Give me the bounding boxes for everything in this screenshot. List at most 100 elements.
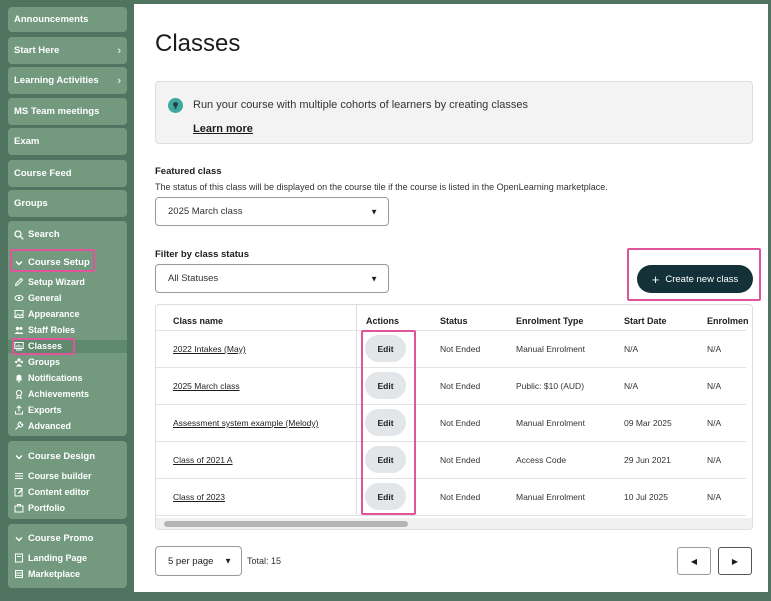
sidebar-item-exports[interactable]: Exports xyxy=(14,405,62,415)
sidebar-item-ms-team-meetings[interactable]: MS Team meetings xyxy=(8,98,127,125)
sidebar-item-announcements[interactable]: Announcements xyxy=(8,7,127,32)
start-date-cell: 29 Jun 2021 xyxy=(624,455,671,465)
sidebar-item-groups-setup[interactable]: Groups xyxy=(14,357,60,367)
sidebar-item-label: Appearance xyxy=(28,309,80,319)
info-text: Run your course with multiple cohorts of… xyxy=(193,99,529,111)
sidebar-item-content-editor[interactable]: Content editor xyxy=(14,487,90,497)
sidebar-item-label: Classes xyxy=(28,341,63,351)
chevron-down-icon xyxy=(14,258,24,268)
course-setup-label: Course Setup xyxy=(28,257,90,268)
sidebar-item-learning-activities[interactable]: Learning Activities › xyxy=(8,67,127,94)
course-promo-toggle[interactable]: Course Promo xyxy=(14,533,93,544)
edit-button[interactable]: Edit xyxy=(365,372,406,399)
sidebar-item-landing-page[interactable]: Landing Page xyxy=(14,553,87,563)
end-date-cell: N/A xyxy=(707,344,722,354)
end-date-cell: N/A xyxy=(707,492,722,502)
sidebar-item-general[interactable]: General xyxy=(14,293,62,303)
filter-status-label: Filter by class status xyxy=(155,249,249,260)
list-icon xyxy=(14,471,24,481)
sidebar-item-label: Learning Activities xyxy=(14,75,99,86)
class-name-link[interactable]: Assessment system example (Melody) xyxy=(173,418,319,428)
course-design-toggle[interactable]: Course Design xyxy=(14,451,95,462)
search-icon xyxy=(14,229,24,240)
learn-more-link[interactable]: Learn more xyxy=(193,123,253,135)
sidebar-item-label: Content editor xyxy=(28,487,90,497)
row-divider xyxy=(156,441,746,442)
end-date-cell: N/A xyxy=(707,455,722,465)
class-name-link[interactable]: 2022 Intakes (May) xyxy=(173,344,246,354)
sidebar-item-course-feed[interactable]: Course Feed xyxy=(8,160,127,187)
row-divider xyxy=(156,330,746,331)
course-design-label: Course Design xyxy=(28,451,96,462)
bell-icon xyxy=(14,373,24,383)
sidebar-item-portfolio[interactable]: Portfolio xyxy=(14,503,65,513)
caret-left-icon: ◀ xyxy=(690,556,698,566)
sidebar-item-course-builder[interactable]: Course builder xyxy=(14,471,92,481)
status-cell: Not Ended xyxy=(440,492,481,502)
plus-icon: + xyxy=(651,271,660,287)
sidebar-item-start-here[interactable]: Start Here › xyxy=(8,37,127,64)
edit-icon xyxy=(14,487,24,497)
sidebar-item-classes[interactable]: Classes xyxy=(14,341,62,351)
course-promo-label: Course Promo xyxy=(28,533,94,544)
sidebar-item-achievements[interactable]: Achievements xyxy=(14,389,89,399)
th-status: Status xyxy=(440,316,468,326)
page-title: Classes xyxy=(155,30,241,57)
per-page-select[interactable]: 5 per page ▼ xyxy=(155,546,242,576)
sidebar-item-label: Start Here xyxy=(14,45,60,56)
sidebar-item-label: Course builder xyxy=(28,471,92,481)
prev-page-button[interactable]: ◀ xyxy=(677,547,711,575)
portfolio-icon xyxy=(14,503,24,513)
groups-icon xyxy=(14,357,24,367)
th-enrolment-end: Enrolmen xyxy=(707,316,749,326)
start-date-cell: N/A xyxy=(624,381,639,391)
row-divider xyxy=(156,404,746,405)
edit-button[interactable]: Edit xyxy=(365,446,406,473)
class-name-link[interactable]: 2025 March class xyxy=(173,381,240,391)
sidebar-item-label: Marketplace xyxy=(28,569,81,579)
sidebar-item-advanced[interactable]: Advanced xyxy=(14,421,71,431)
info-banner: Run your course with multiple cohorts of… xyxy=(155,81,753,144)
horizontal-scrollbar-thumb[interactable] xyxy=(164,521,408,527)
featured-class-select[interactable]: 2025 March class ▼ xyxy=(155,197,389,226)
sidebar-item-staff-roles[interactable]: Staff Roles xyxy=(14,325,75,335)
sidebar-item-notifications[interactable]: Notifications xyxy=(14,373,83,383)
users-icon xyxy=(14,325,24,335)
enrolment-type-cell: Manual Enrolment xyxy=(516,418,585,428)
sidebar: Announcements Start Here › Learning Activ… xyxy=(0,0,134,601)
sidebar-item-label: Announcements xyxy=(14,14,89,25)
main-content: Classes Run your course with multiple co… xyxy=(134,4,768,592)
th-enrolment-type: Enrolment Type xyxy=(516,316,584,326)
sidebar-item-label: Staff Roles xyxy=(28,325,76,335)
next-page-button[interactable]: ▶ xyxy=(718,547,752,575)
caret-down-icon: ▼ xyxy=(370,274,378,283)
sidebar-item-groups[interactable]: Groups xyxy=(8,190,127,217)
th-start-date: Start Date xyxy=(624,316,667,326)
sidebar-item-label: Portfolio xyxy=(28,503,65,513)
row-divider xyxy=(156,515,746,516)
column-divider xyxy=(356,305,357,515)
status-cell: Not Ended xyxy=(440,455,481,465)
featured-class-description: The status of this class will be display… xyxy=(155,182,608,192)
chevron-down-icon xyxy=(14,452,24,462)
edit-button[interactable]: Edit xyxy=(365,409,406,436)
create-new-class-button[interactable]: + Create new class xyxy=(637,265,753,293)
sidebar-search[interactable]: Search xyxy=(14,229,60,240)
chevron-right-icon: › xyxy=(117,74,121,87)
course-setup-toggle[interactable]: Course Setup xyxy=(14,257,90,268)
edit-button[interactable]: Edit xyxy=(365,483,406,510)
filter-status-select[interactable]: All Statuses ▼ xyxy=(155,264,389,293)
sidebar-item-setup-wizard[interactable]: Setup Wizard xyxy=(14,277,85,287)
row-divider xyxy=(156,478,746,479)
sidebar-item-label: Notifications xyxy=(28,373,83,383)
sidebar-item-appearance[interactable]: Appearance xyxy=(14,309,80,319)
sidebar-item-exam[interactable]: Exam xyxy=(8,128,127,155)
sidebar-item-marketplace[interactable]: Marketplace xyxy=(14,569,80,579)
edit-button[interactable]: Edit xyxy=(365,335,406,362)
enrolment-type-cell: Access Code xyxy=(516,455,567,465)
sidebar-item-label: Achievements xyxy=(28,389,90,399)
image-icon xyxy=(14,309,24,319)
class-name-link[interactable]: Class of 2023 xyxy=(173,492,225,502)
class-name-link[interactable]: Class of 2021 A xyxy=(173,455,233,465)
sidebar-item-label: Groups xyxy=(28,357,61,367)
